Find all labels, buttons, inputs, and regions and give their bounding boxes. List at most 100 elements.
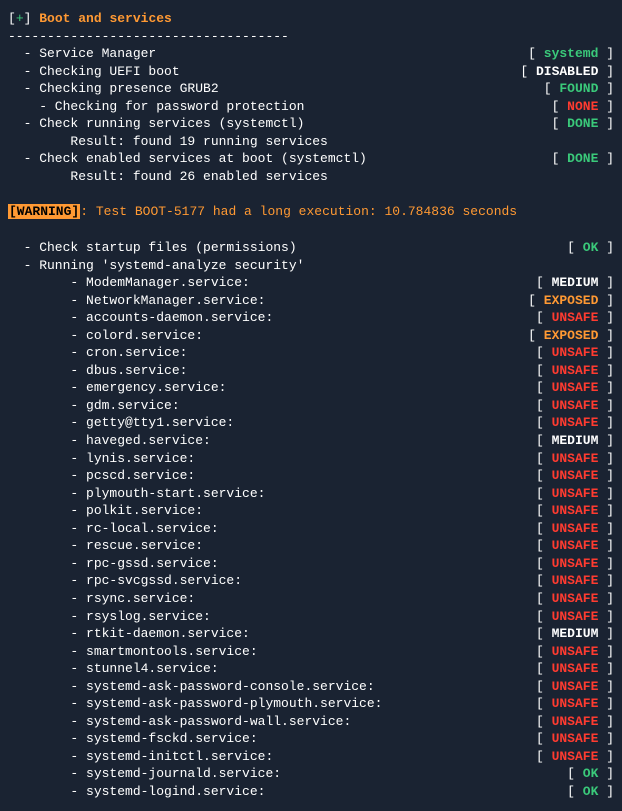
service-row: - colord.service:[ EXPOSED ]: [8, 327, 614, 345]
check-row: - Service Manager[ systemd ]: [8, 45, 614, 63]
check-status: [ DISABLED ]: [520, 63, 614, 81]
bracket-close: ]: [598, 521, 614, 536]
spacer: [195, 450, 536, 468]
bracket-close: ]: [598, 116, 614, 131]
service-status: [ UNSAFE ]: [536, 397, 614, 415]
bracket-close: ]: [598, 380, 614, 395]
service-label: - ModemManager.service:: [8, 274, 250, 292]
service-status: [ UNSAFE ]: [536, 379, 614, 397]
bracket-open: [: [536, 556, 552, 571]
status-value: UNSAFE: [552, 486, 599, 501]
service-row: - rsyslog.service:[ UNSAFE ]: [8, 608, 614, 626]
spacer: [367, 150, 552, 168]
running-label: - Running 'systemd-analyze security': [8, 257, 304, 275]
status-value: UNSAFE: [552, 661, 599, 676]
service-label: - NetworkManager.service:: [8, 292, 265, 310]
bracket-open: [: [536, 679, 552, 694]
check-label: - Checking presence GRUB2: [8, 80, 219, 98]
service-status: [ UNSAFE ]: [536, 309, 614, 327]
service-label: - rpc-gssd.service:: [8, 555, 219, 573]
service-label: - rc-local.service:: [8, 520, 219, 538]
bracket-close: ]: [598, 99, 614, 114]
bracket-open: [: [536, 433, 552, 448]
service-row: - rtkit-daemon.service:[ MEDIUM ]: [8, 625, 614, 643]
service-row: - rescue.service:[ UNSAFE ]: [8, 537, 614, 555]
spacer: [219, 80, 544, 98]
warning-text: Test BOOT-5177 had a long execution: 10.…: [88, 204, 517, 219]
spacer: [211, 608, 536, 626]
status-value: UNSAFE: [552, 521, 599, 536]
service-row: - rc-local.service:[ UNSAFE ]: [8, 520, 614, 538]
check-status: [ DONE ]: [552, 150, 614, 168]
spacer: [281, 765, 567, 783]
service-row: - haveged.service:[ MEDIUM ]: [8, 432, 614, 450]
service-status: [ UNSAFE ]: [536, 502, 614, 520]
status-value: systemd: [544, 46, 599, 61]
spacer: [242, 572, 536, 590]
status-value: UNSAFE: [552, 503, 599, 518]
spacer: [273, 748, 536, 766]
warning-colon: :: [80, 204, 88, 219]
bracket-close: ]: [598, 591, 614, 606]
status-value: UNSAFE: [552, 538, 599, 553]
result-enabled: Result: found 26 enabled services: [8, 168, 614, 186]
check-status: [ systemd ]: [528, 45, 614, 63]
status-value: FOUND: [559, 81, 598, 96]
service-row: - NetworkManager.service: [ EXPOSED ]: [8, 292, 614, 310]
service-label: - gdm.service:: [8, 397, 180, 415]
bracket-close: ]: [598, 81, 614, 96]
bracket-close: ]: [598, 538, 614, 553]
status-value: UNSAFE: [552, 363, 599, 378]
bracket-open: [: [536, 609, 552, 624]
service-label: - systemd-fsckd.service:: [8, 730, 258, 748]
service-label: - systemd-initctl.service:: [8, 748, 273, 766]
bracket-close: ]: [598, 468, 614, 483]
bracket-close: ]: [598, 573, 614, 588]
service-status: [ UNSAFE ]: [536, 467, 614, 485]
service-status: [ MEDIUM ]: [536, 274, 614, 292]
service-status: [ UNSAFE ]: [536, 485, 614, 503]
service-status: [ UNSAFE ]: [536, 537, 614, 555]
gap: [8, 185, 614, 203]
spacer: [180, 397, 536, 415]
status-value: UNSAFE: [552, 731, 599, 746]
service-status: [ UNSAFE ]: [536, 660, 614, 678]
status-value: EXPOSED: [544, 328, 599, 343]
service-status: [ OK ]: [567, 783, 614, 801]
status-value: DONE: [567, 151, 598, 166]
check-label: - Check startup files (permissions): [8, 239, 297, 257]
spacer: [156, 45, 528, 63]
status-value: UNSAFE: [552, 644, 599, 659]
service-status: [ MEDIUM ]: [536, 432, 614, 450]
spacer: [382, 695, 536, 713]
service-row: - rpc-gssd.service:[ UNSAFE ]: [8, 555, 614, 573]
bracket-open: [: [567, 766, 583, 781]
bracket-close: ]: [598, 275, 614, 290]
check-label: - Checking for password protection: [8, 98, 304, 116]
spacer: [265, 485, 536, 503]
status-value: UNSAFE: [552, 451, 599, 466]
bracket-close: ]: [598, 64, 614, 79]
service-status: [ EXPOSED ]: [528, 292, 614, 310]
bracket-close: ]: [598, 151, 614, 166]
bracket-close: ]: [24, 11, 40, 26]
bracket-close: ]: [598, 766, 614, 781]
service-row: - ModemManager.service: [ MEDIUM ]: [8, 274, 614, 292]
service-label: - polkit.service:: [8, 502, 203, 520]
bracket-close: ]: [598, 749, 614, 764]
spacer: [258, 730, 536, 748]
bracket-open: [: [536, 714, 552, 729]
service-label: - systemd-ask-password-plymouth.service:: [8, 695, 382, 713]
service-status: [ UNSAFE ]: [536, 608, 614, 626]
check-status: [ NONE ]: [552, 98, 614, 116]
gap: [8, 221, 614, 239]
status-value: UNSAFE: [552, 714, 599, 729]
spacer: [203, 502, 536, 520]
check-row: - Checking UEFI boot[ DISABLED ]: [8, 63, 614, 81]
status-value: OK: [583, 240, 599, 255]
bracket-close: ]: [598, 46, 614, 61]
spacer: [195, 467, 536, 485]
bracket-open: [: [567, 240, 583, 255]
bracket-open: [: [536, 451, 552, 466]
service-status: [ UNSAFE ]: [536, 643, 614, 661]
